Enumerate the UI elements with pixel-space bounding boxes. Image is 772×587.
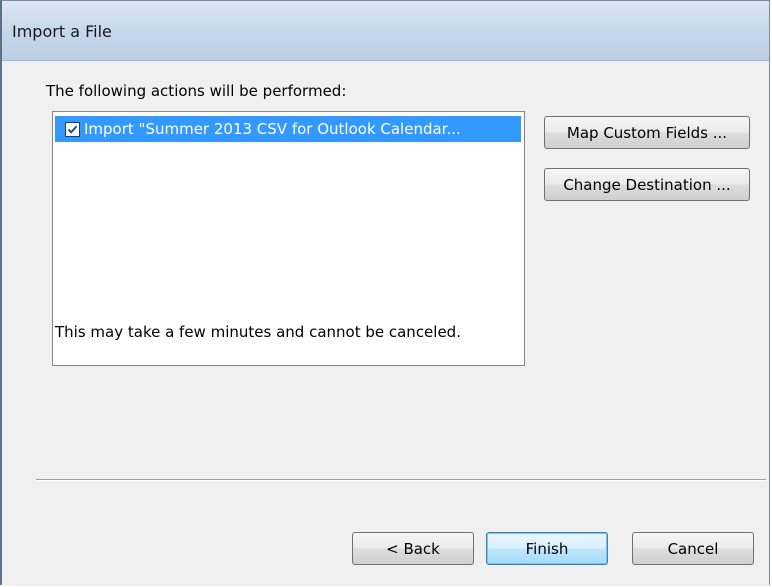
footer-separator — [36, 479, 766, 481]
window-title: Import a File — [12, 22, 112, 41]
action-checkbox[interactable] — [65, 121, 80, 137]
title-bar: Import a File — [2, 1, 769, 61]
cancel-button[interactable]: Cancel — [632, 532, 754, 565]
actions-label: The following actions will be performed: — [46, 82, 347, 100]
list-item[interactable]: Import "Summer 2013 CSV for Outlook Cale… — [55, 116, 521, 142]
back-button[interactable]: < Back — [352, 532, 474, 565]
map-custom-fields-button[interactable]: Map Custom Fields ... — [544, 116, 750, 149]
change-destination-button[interactable]: Change Destination ... — [544, 168, 750, 201]
finish-button[interactable]: Finish — [486, 532, 608, 565]
dialog-content: The following actions will be performed:… — [2, 61, 769, 586]
import-file-dialog: Import a File The following actions will… — [0, 0, 770, 586]
duration-note: This may take a few minutes and cannot b… — [55, 323, 461, 341]
action-label: Import "Summer 2013 CSV for Outlook Cale… — [84, 120, 461, 138]
checkmark-icon — [67, 125, 78, 134]
